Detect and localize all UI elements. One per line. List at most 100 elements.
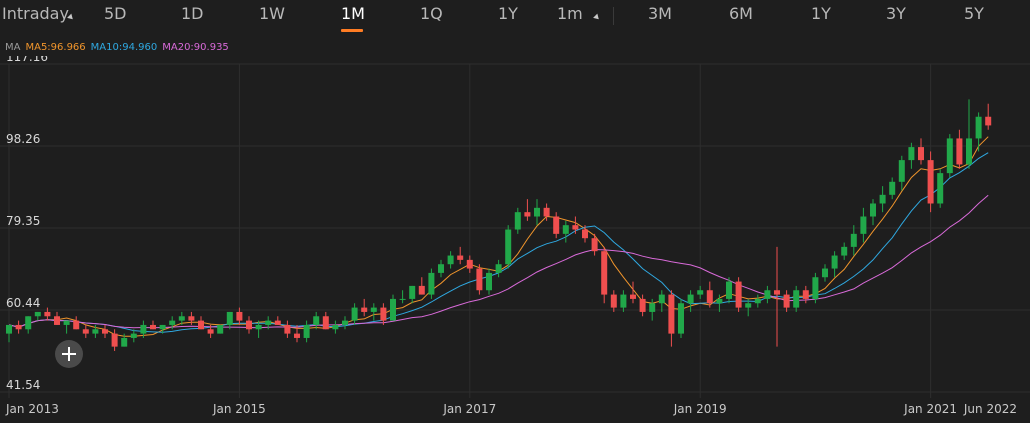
candle-body (130, 333, 137, 338)
candle-body (562, 225, 569, 234)
active-tab-indicator (341, 29, 363, 32)
candle-body (495, 264, 502, 273)
candle-body (706, 290, 713, 304)
tab-3m[interactable]: 3M (648, 4, 672, 23)
candle-body (54, 316, 60, 325)
candle-body (428, 272, 435, 295)
candle-body (553, 216, 560, 234)
candle-body (274, 320, 281, 325)
candle-body (860, 216, 867, 234)
tab-1y[interactable]: 1Y (498, 4, 518, 23)
candle-body (207, 329, 214, 334)
candle-body (687, 294, 694, 304)
moving-average-lines (8, 136, 989, 337)
candle-body (44, 311, 51, 317)
candle-body (812, 277, 819, 299)
tab-1d[interactable]: 1D (181, 4, 204, 23)
tab-separator (613, 7, 614, 25)
candle-body (639, 298, 646, 312)
tab-1m[interactable]: 1M (341, 4, 365, 23)
ma5-value: MA5:96.966 (25, 42, 86, 53)
candle-body (620, 294, 627, 308)
y-tick-label: 41.54 (6, 378, 40, 392)
tab-3y[interactable]: 3Y (886, 4, 906, 23)
candle-body (841, 246, 848, 256)
candle-body (524, 212, 531, 217)
candle-body (975, 116, 982, 139)
crosshair-add-button[interactable] (55, 340, 83, 368)
y-tick-label: 60.44 (6, 296, 40, 310)
candle-body (879, 194, 886, 204)
candle-body (418, 285, 425, 295)
candle-body (966, 138, 972, 165)
tab-5d[interactable]: 5D (104, 4, 127, 23)
candle-body (802, 290, 809, 299)
candle-body (735, 281, 742, 308)
tab-1y-kline[interactable]: 1Y (811, 4, 831, 23)
candle-body (850, 233, 857, 247)
candlestick-chart[interactable]: 117.1698.2679.3560.4441.54 Jan 2013 Jan 2… (0, 56, 1030, 423)
candle-body (754, 298, 761, 304)
candle-body (25, 316, 32, 330)
candle-body (764, 290, 771, 299)
candle-body (121, 337, 128, 347)
candle-body (985, 116, 992, 126)
ma-legend: MA MA5:96.966 MA10:94.960 MA20:90.935 (5, 42, 234, 53)
ma5-line (8, 136, 989, 337)
candle-body (610, 294, 617, 308)
candle-body (236, 311, 243, 321)
candle-body (783, 294, 790, 308)
candle-body (303, 324, 310, 338)
candle-body (774, 290, 780, 295)
candle-body (486, 272, 492, 291)
candle-body (601, 251, 608, 295)
candle-body (946, 138, 953, 174)
tab-1min[interactable]: 1m (557, 4, 583, 23)
candle-body (34, 311, 41, 317)
tab-1w[interactable]: 1W (259, 4, 285, 23)
candle-body (73, 320, 80, 330)
candle-body (265, 320, 272, 325)
candle-body (399, 298, 406, 300)
candle-body (226, 311, 233, 325)
ma10-value: MA10:94.960 (90, 42, 158, 53)
y-axis-labels: 117.16 98.26 79.35 60.44 41.54 (6, 56, 48, 392)
candle-body (591, 238, 598, 252)
candle-body (927, 160, 934, 204)
candle-body (15, 324, 22, 330)
candle-body (534, 207, 540, 217)
candle-body (572, 225, 579, 230)
minute-dropdown-icon[interactable] (593, 13, 601, 22)
candle-body (390, 298, 396, 321)
x-tick-label: Jan 2017 (442, 402, 496, 416)
candle-body (956, 138, 963, 165)
y-tick-label: 79.35 (6, 214, 40, 228)
candle-body (514, 212, 521, 230)
candle-body (284, 324, 291, 334)
tab-5y[interactable]: 5Y (964, 4, 984, 23)
candle-body (831, 255, 838, 269)
period-tabbar: Intraday 5D 1D 1W 1M 1Q 1Y 1m 3M 6M 1Y 3… (0, 0, 1030, 32)
candle-body (505, 229, 512, 265)
tab-intraday[interactable]: Intraday (2, 4, 69, 23)
candle-body (92, 329, 99, 334)
tab-1q[interactable]: 1Q (420, 4, 443, 23)
candle-body (726, 281, 732, 299)
candle-body (380, 307, 387, 321)
candle-body (438, 264, 444, 273)
candle-body (313, 316, 320, 325)
candle-body (543, 207, 550, 217)
candle-body (668, 294, 675, 334)
candles (6, 99, 992, 351)
candle-body (82, 329, 89, 334)
candle-body (745, 303, 752, 308)
ma10-line (8, 152, 989, 333)
candle-body (649, 303, 656, 312)
y-tick-label: 117.16 (6, 56, 48, 64)
ma-label: MA (5, 42, 21, 53)
candle-body (178, 316, 185, 321)
candle-body (898, 160, 905, 182)
candle-body (937, 173, 944, 204)
candle-body (322, 316, 329, 330)
tab-6m[interactable]: 6M (729, 4, 753, 23)
